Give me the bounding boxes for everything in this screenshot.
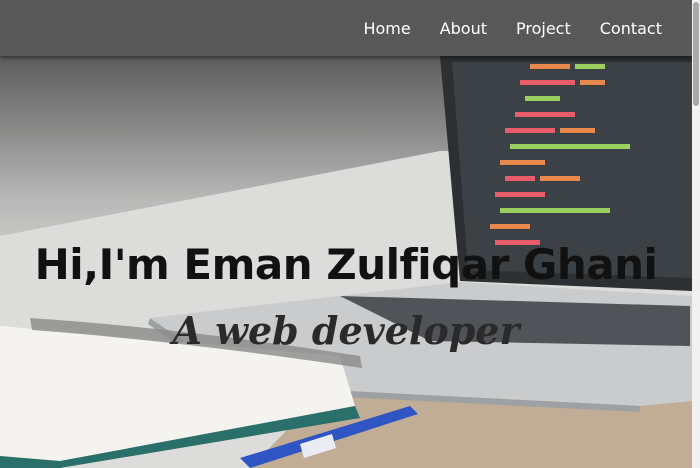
hero-subline: A web developer (172, 308, 520, 353)
hero-headline: Hi,I'm Eman Zulfiqar Ghani (34, 240, 658, 289)
nav-about-link[interactable]: About (440, 19, 487, 38)
hero-section: Hi,I'm Eman Zulfiqar Ghani A web develop… (0, 56, 692, 468)
navbar: Home About Project Contact (0, 0, 692, 56)
page-scrollbar[interactable] (692, 0, 700, 468)
nav-home-link[interactable]: Home (363, 19, 410, 38)
nav-project-link[interactable]: Project (516, 19, 571, 38)
scrollbar-thumb[interactable] (693, 2, 699, 106)
nav-contact-link[interactable]: Contact (600, 19, 662, 38)
nav-links: Home About Project Contact (334, 0, 662, 56)
